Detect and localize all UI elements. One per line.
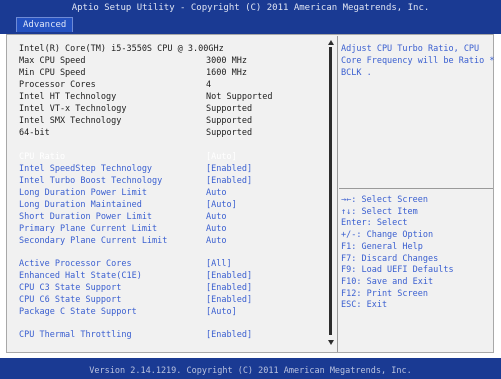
key-select-item: ↑↓: Select Item <box>341 206 418 217</box>
info-value: 3000 MHz <box>206 56 247 66</box>
info-label: Intel SMX Technology <box>19 116 122 126</box>
key-legend: →←: Select Screen ↑↓: Select Item Enter:… <box>341 195 454 312</box>
info-value: 4 <box>206 80 212 90</box>
setting-value: [All] <box>206 259 232 269</box>
setting-cpu-ratio[interactable]: CPU Ratio [Auto] <box>0 152 330 163</box>
info-value: Not Supported <box>206 92 273 102</box>
info-label: Min CPU Speed <box>19 68 86 78</box>
key-save-exit: F10: Save and Exit <box>341 276 434 287</box>
setting-label: Short Duration Power Limit <box>19 212 153 222</box>
setting-label: CPU C3 State Support <box>19 283 122 293</box>
key-load-defaults: F9: Load UEFI Defaults <box>341 265 454 276</box>
setting-short-duration-power-limit[interactable]: Short Duration Power Limit Auto <box>0 212 330 223</box>
info-value: Supported <box>206 128 253 138</box>
setting-value: [Auto] <box>206 200 237 210</box>
scroll-up-arrow-icon[interactable] <box>328 40 334 45</box>
info-label: Intel HT Technology <box>19 92 117 102</box>
app-title: Aptio Setup Utility - Copyright (C) 2011… <box>71 3 430 13</box>
setting-value: [Enabled] <box>206 330 253 340</box>
setting-active-processor-cores[interactable]: Active Processor Cores [All] <box>0 259 330 270</box>
title-bar: Aptio Setup Utility - Copyright (C) 2011… <box>0 0 501 34</box>
key-select-screen: →←: Select Screen <box>341 195 428 205</box>
setting-label: Package C State Support <box>19 307 137 317</box>
key-discard-changes: F7: Discard Changes <box>341 253 439 264</box>
scroll-down-arrow-icon[interactable] <box>328 340 334 345</box>
info-row-intel-vtx: Intel VT-x Technology Supported <box>0 104 330 115</box>
scrollbar[interactable] <box>328 40 334 345</box>
info-value: Supported <box>206 116 253 126</box>
info-row-64bit: 64-bit Supported <box>0 128 330 139</box>
setting-label: Long Duration Maintained <box>19 200 142 210</box>
setting-enhanced-halt-state[interactable]: Enhanced Halt State(C1E) [Enabled] <box>0 271 330 282</box>
setting-label: CPU Thermal Throttling <box>19 330 132 340</box>
setting-value: [Enabled] <box>206 283 253 293</box>
setting-intel-turbo-boost[interactable]: Intel Turbo Boost Technology [Enabled] <box>0 176 330 187</box>
info-row-processor-cores: Processor Cores 4 <box>0 80 330 91</box>
footer-bar: Version 2.14.1219. Copyright (C) 2011 Am… <box>0 358 501 379</box>
setting-label: Intel SpeedStep Technology <box>19 164 153 174</box>
version-text: Version 2.14.1219. Copyright (C) 2011 Am… <box>89 366 412 376</box>
key-general-help: F1: General Help <box>341 241 423 252</box>
key-enter: Enter: Select <box>341 218 408 229</box>
key-change-option: +/-: Change Option <box>341 230 434 241</box>
info-row-intel-ht: Intel HT Technology Not Supported <box>0 92 330 103</box>
setting-label: Enhanced Halt State(C1E) <box>19 271 142 281</box>
scroll-thumb[interactable] <box>329 47 332 335</box>
help-line: Adjust CPU Turbo Ratio, CPU <box>341 44 480 54</box>
key-print-screen: F12: Print Screen <box>341 288 428 299</box>
info-label: Max CPU Speed <box>19 56 86 66</box>
setting-value: Auto <box>206 212 227 222</box>
setting-label: Long Duration Power Limit <box>19 188 147 198</box>
setting-package-c-state[interactable]: Package C State Support [Auto] <box>0 307 330 318</box>
setting-value: [Enabled] <box>206 164 253 174</box>
panel-divider <box>337 36 338 352</box>
setting-long-duration-maintained[interactable]: Long Duration Maintained [Auto] <box>0 200 330 211</box>
setting-label: Secondary Plane Current Limit <box>19 236 168 246</box>
info-label: Processor Cores <box>19 80 96 90</box>
setting-value: [Enabled] <box>206 176 253 186</box>
info-value: Supported <box>206 104 253 114</box>
setting-value: [Enabled] <box>206 295 253 305</box>
setting-long-duration-power-limit[interactable]: Long Duration Power Limit Auto <box>0 188 330 199</box>
info-label: 64-bit <box>19 128 50 138</box>
setting-label: Intel Turbo Boost Technology <box>19 176 163 186</box>
setting-label: CPU C6 State Support <box>19 295 122 305</box>
help-text: Adjust CPU Turbo Ratio, CPU Core Frequen… <box>341 43 495 79</box>
help-divider <box>339 188 493 189</box>
help-line: Core Frequency will be Ratio * <box>341 56 495 66</box>
setting-value: Auto <box>206 236 227 246</box>
setting-primary-plane-current-limit[interactable]: Primary Plane Current Limit Auto <box>0 224 330 235</box>
key-esc-exit: ESC: Exit <box>341 300 388 311</box>
info-value: 1600 MHz <box>206 68 247 78</box>
info-label: Intel VT-x Technology <box>19 104 127 114</box>
setting-value: [Auto] <box>206 152 237 162</box>
setting-value: [Enabled] <box>206 271 253 281</box>
setting-label: Active Processor Cores <box>19 259 132 269</box>
help-line: BCLK . <box>341 68 372 78</box>
setting-cpu-thermal-throttling[interactable]: CPU Thermal Throttling [Enabled] <box>0 330 330 341</box>
info-row-cpu-name: Intel(R) Core(TM) i5-3550S CPU @ 3.00GHz <box>0 44 330 55</box>
info-row-min-cpu-speed: Min CPU Speed 1600 MHz <box>0 68 330 79</box>
info-row-max-cpu-speed: Max CPU Speed 3000 MHz <box>0 56 330 67</box>
setting-cpu-c3-state[interactable]: CPU C3 State Support [Enabled] <box>0 283 330 294</box>
setting-value: [Auto] <box>206 307 237 317</box>
info-row-intel-smx: Intel SMX Technology Supported <box>0 116 330 127</box>
info-label: Intel(R) Core(TM) i5-3550S CPU @ 3.00GHz <box>19 44 224 54</box>
setting-secondary-plane-current-limit[interactable]: Secondary Plane Current Limit Auto <box>0 236 330 247</box>
setting-label: Primary Plane Current Limit <box>19 224 158 234</box>
tab-advanced[interactable]: Advanced <box>16 17 74 32</box>
setting-intel-speedstep[interactable]: Intel SpeedStep Technology [Enabled] <box>0 164 330 175</box>
setting-value: Auto <box>206 224 227 234</box>
setting-cpu-c6-state[interactable]: CPU C6 State Support [Enabled] <box>0 295 330 306</box>
setting-value: Auto <box>206 188 227 198</box>
setting-label: CPU Ratio <box>19 152 66 162</box>
